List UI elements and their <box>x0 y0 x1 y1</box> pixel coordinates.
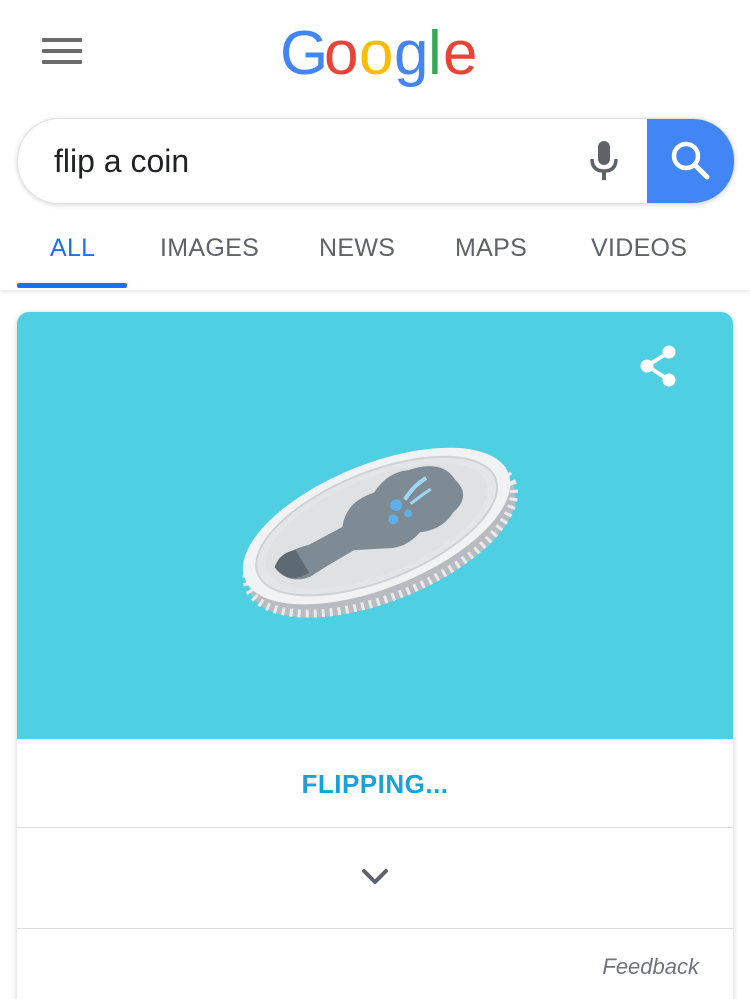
chevron-down-icon <box>362 869 388 884</box>
search-bar[interactable]: flip a coin <box>17 118 735 204</box>
spinning-coin <box>242 447 519 618</box>
coin-stage[interactable] <box>17 312 733 739</box>
google-logo[interactable]: G o o g l e <box>280 18 480 94</box>
tab-maps[interactable]: MAPS <box>455 234 527 263</box>
logo-letter-e: e <box>443 19 477 88</box>
flip-status-text: FLIPPING... <box>301 769 449 799</box>
logo-letter-g: G <box>280 19 328 88</box>
search-button[interactable] <box>647 119 734 203</box>
expand-button[interactable] <box>17 828 733 929</box>
microphone-icon[interactable] <box>580 137 628 185</box>
tab-videos[interactable]: VIDEOS <box>591 234 687 263</box>
search-results-page: G o o g l e flip a coin ALL IMAGES NEWS … <box>0 0 750 999</box>
logo-letter-o2: o <box>359 19 393 88</box>
logo-letter-o1: o <box>324 19 358 88</box>
coin-flip-card: FLIPPING... Feedback <box>17 312 733 999</box>
magnifier-icon <box>671 141 710 180</box>
hamburger-menu-icon[interactable] <box>42 38 82 64</box>
tab-all[interactable]: ALL <box>50 234 95 263</box>
search-input[interactable]: flip a coin <box>54 141 189 181</box>
active-tab-indicator <box>17 283 127 288</box>
search-tabs: ALL IMAGES NEWS MAPS VIDEOS <box>0 222 750 288</box>
logo-letter-g2: g <box>394 19 428 88</box>
tab-news[interactable]: NEWS <box>319 234 395 263</box>
logo-letter-l: l <box>428 19 442 88</box>
tab-images[interactable]: IMAGES <box>160 234 259 263</box>
header: G o o g l e flip a coin ALL IMAGES NEWS … <box>0 0 750 290</box>
feedback-link[interactable]: Feedback <box>602 954 699 980</box>
share-icon[interactable] <box>637 344 681 388</box>
flip-status-row: FLIPPING... <box>17 739 733 828</box>
